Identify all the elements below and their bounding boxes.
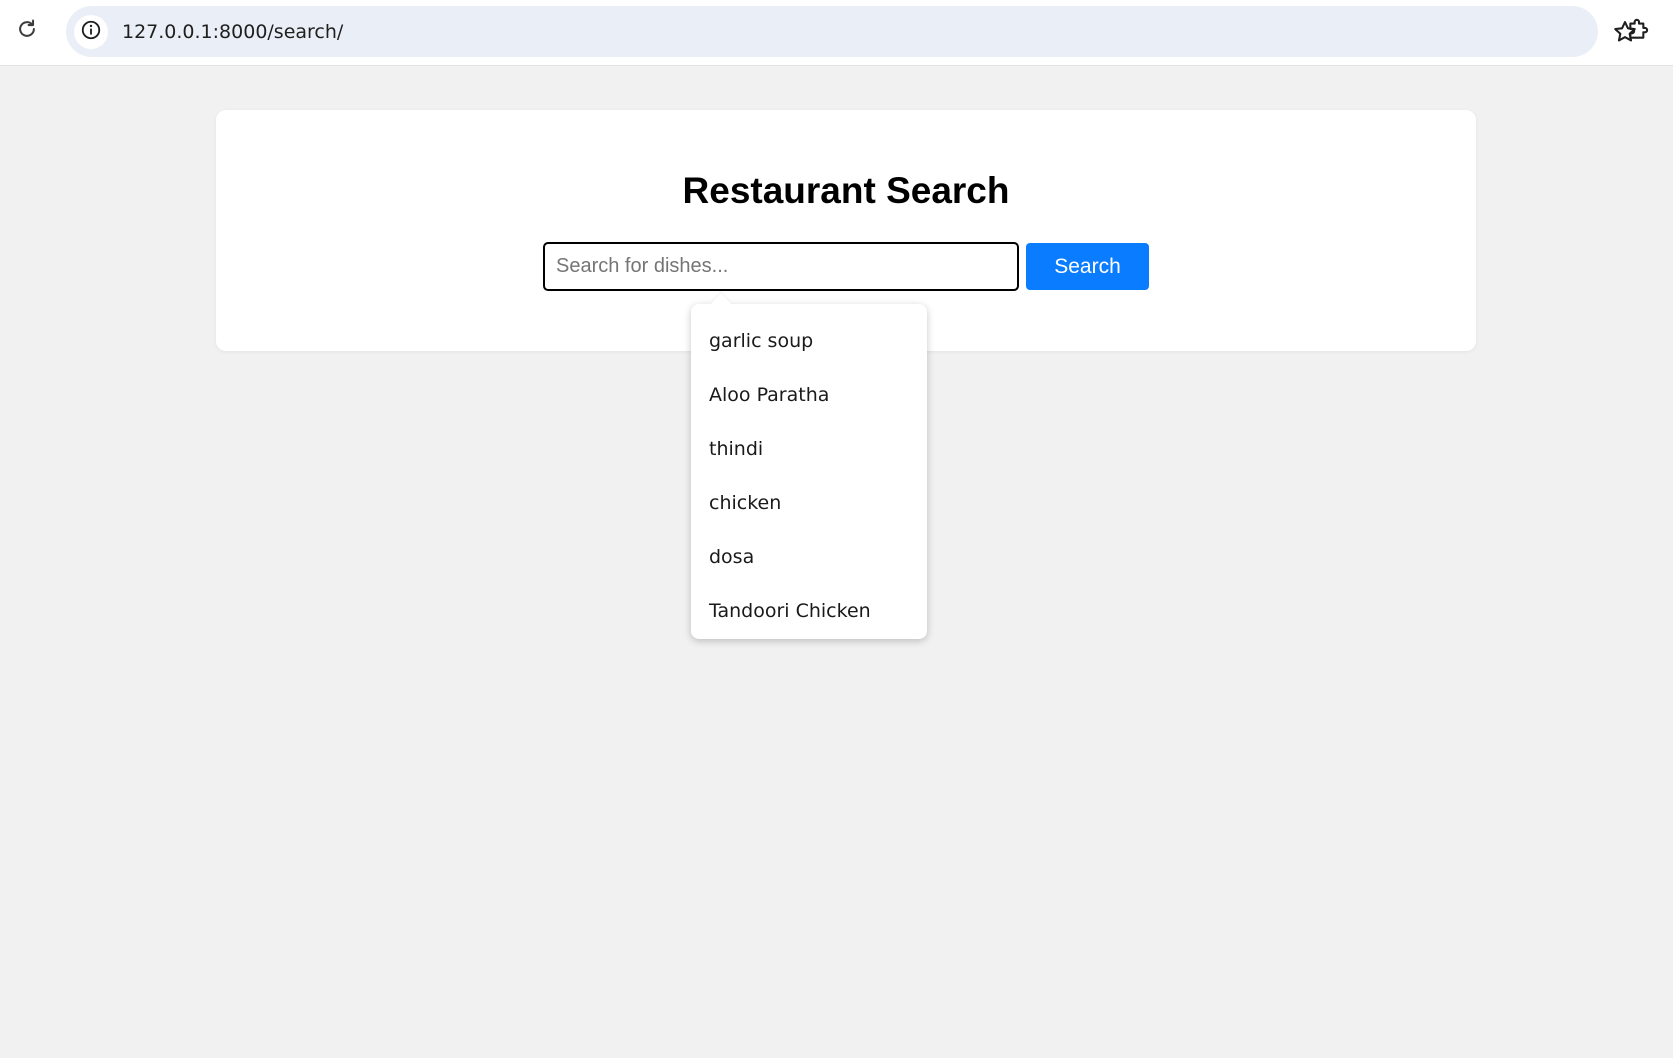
suggestion-item[interactable]: garlic soup — [691, 314, 927, 368]
url-text[interactable]: 127.0.0.1:8000/search/ — [122, 20, 343, 44]
extensions-button[interactable] — [1622, 14, 1656, 48]
suggestion-item[interactable]: chicken — [691, 476, 927, 530]
reload-button[interactable] — [10, 14, 44, 48]
suggestion-item[interactable]: Aloo Paratha — [691, 368, 927, 422]
page-title: Restaurant Search — [682, 170, 1010, 211]
suggestion-item[interactable]: dosa — [691, 530, 927, 584]
autocomplete-suggestions: garlic soup Aloo Paratha thindi chicken … — [691, 304, 927, 639]
browser-toolbar: 127.0.0.1:8000/search/ — [0, 0, 1673, 66]
suggestion-item[interactable]: Tandoori Chicken — [691, 584, 927, 638]
search-input[interactable] — [543, 242, 1019, 291]
info-icon — [80, 19, 102, 46]
suggestion-item[interactable]: thindi — [691, 422, 927, 476]
reload-icon — [16, 18, 38, 45]
search-button[interactable]: Search — [1026, 243, 1149, 290]
site-info-button[interactable] — [74, 15, 108, 49]
puzzle-icon — [1626, 16, 1652, 47]
address-bar[interactable]: 127.0.0.1:8000/search/ — [66, 6, 1636, 57]
